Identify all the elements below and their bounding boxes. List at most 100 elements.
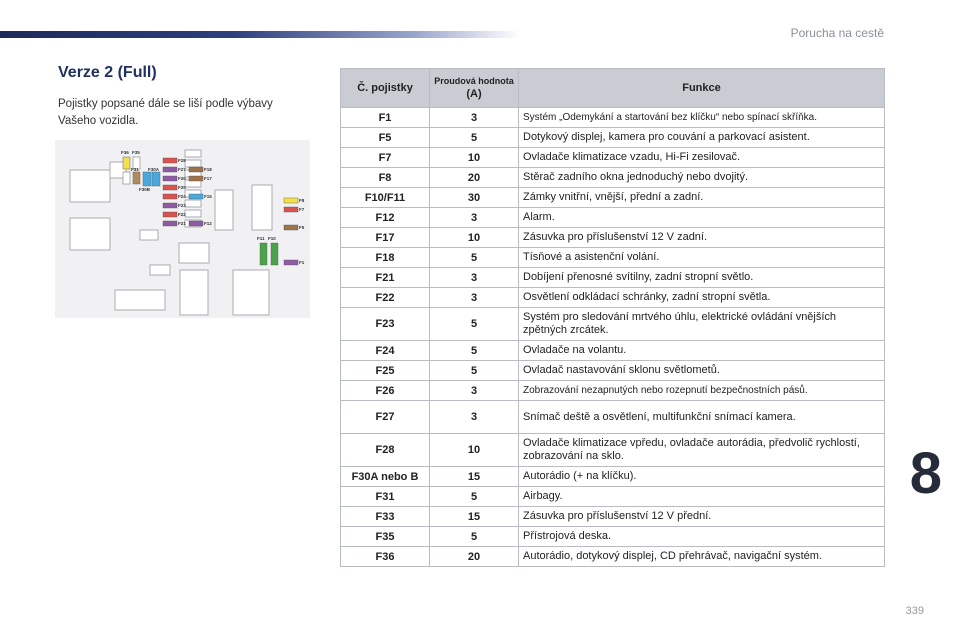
fuse-function: Zámky vnitřní, vnější, přední a zadní. bbox=[518, 187, 885, 208]
header-current-value-unit: (A) bbox=[466, 88, 482, 100]
fuse-number: F5 bbox=[340, 127, 430, 148]
fuse-amperage: 3 bbox=[429, 267, 519, 288]
fuse-number: F21 bbox=[340, 267, 430, 288]
fuse-number: F26 bbox=[340, 380, 430, 401]
fuse-amperage: 5 bbox=[429, 360, 519, 381]
chapter-number: 8 bbox=[909, 441, 942, 506]
fuse-function: Dobíjení přenosné svítilny, zadní stropn… bbox=[518, 267, 885, 288]
chapter-title: Porucha na cestě bbox=[790, 26, 884, 40]
fuse-number: F28 bbox=[340, 433, 430, 467]
fuse-function: Zásuvka pro příslušenství 12 V zadní. bbox=[518, 227, 885, 248]
fuse-amperage: 20 bbox=[429, 546, 519, 567]
fuse-number: F27 bbox=[340, 400, 430, 434]
table-row: F36 20 Autorádio, dotykový displej, CD pře… bbox=[340, 546, 885, 567]
intro-text: Pojistky popsané dále se liší podle výba… bbox=[58, 98, 273, 127]
header-accent-bar bbox=[0, 31, 520, 38]
fuse-function: Autorádio (+ na klíčku). bbox=[518, 466, 885, 487]
table-row: F1 3 Systém „Odemykání a startování bez kl… bbox=[340, 107, 885, 128]
table-row: F35 5 Přístrojová deska. bbox=[340, 526, 885, 547]
diagram-label: F8 bbox=[299, 198, 305, 203]
header-current-value: Proudová hodnota (A) bbox=[429, 68, 519, 108]
diagram-label: F26 bbox=[178, 176, 186, 181]
diagram-label: F7 bbox=[299, 207, 305, 212]
diagram-label: F11 bbox=[257, 236, 265, 241]
diagram-label: F35 bbox=[132, 150, 140, 155]
table-row: F28 10 Ovladače klimatizace vpředu, ovlada… bbox=[340, 433, 885, 467]
fuse-amperage: 5 bbox=[429, 127, 519, 148]
fuse-function: Ovladač nastavování sklonu světlometů. bbox=[518, 360, 885, 381]
fuse-amperage: 5 bbox=[429, 307, 519, 341]
diagram-label: F22 bbox=[178, 212, 186, 217]
fuse-amperage: 30 bbox=[429, 187, 519, 208]
fuse-number: F1 bbox=[340, 107, 430, 128]
table-row: F17 10 Zásuvka pro příslušenství 12 V zadn… bbox=[340, 227, 885, 248]
table-row: F30A nebo B 15 Autorádio (+ na klíčku). bbox=[340, 466, 885, 487]
header-fuse-number: Č. pojistky bbox=[340, 68, 430, 108]
fuse-amperage: 20 bbox=[429, 167, 519, 188]
fuse-box-diagram: F36 F35 F31 F30A F30B F28 F27 F26 F25 F2… bbox=[55, 140, 310, 318]
fuse-number: F7 bbox=[340, 147, 430, 168]
diagram-label: F23 bbox=[178, 203, 186, 208]
fuse-number: F23 bbox=[340, 307, 430, 341]
fuse-amperage: 10 bbox=[429, 227, 519, 248]
fuse-function: Zobrazování nezapnutých nebo rozepnutí b… bbox=[518, 380, 885, 401]
table-header-row: Č. pojistky Proudová hodnota (A) Funkce bbox=[340, 68, 885, 108]
fuse-amperage: 3 bbox=[429, 287, 519, 308]
table-row: F27 3 Snímač deště a osvětlení, multifunkč… bbox=[340, 400, 885, 434]
fuse-function: Zásuvka pro příslušenství 12 V přední. bbox=[518, 506, 885, 527]
fuse-function: Dotykový displej, kamera pro couvání a p… bbox=[518, 127, 885, 148]
table-row: F23 5 Systém pro sledování mrtvého úhlu, e… bbox=[340, 307, 885, 341]
fuse-amperage: 3 bbox=[429, 207, 519, 228]
table-row: F25 5 Ovladač nastavování sklonu světlomet… bbox=[340, 360, 885, 381]
fuse-amperage: 3 bbox=[429, 380, 519, 401]
fuse-amperage: 15 bbox=[429, 506, 519, 527]
fuse-number: F30A nebo B bbox=[340, 466, 430, 487]
table-row: F7 10 Ovladače klimatizace vzadu, Hi-Fi ze… bbox=[340, 147, 885, 168]
fuse-function: Přístrojová deska. bbox=[518, 526, 885, 547]
fuse-number: F10/F11 bbox=[340, 187, 430, 208]
fuse-function: Ovladače klimatizace vzadu, Hi-Fi zesilo… bbox=[518, 147, 885, 168]
fuse-number: F12 bbox=[340, 207, 430, 228]
table-row: F5 5 Dotykový displej, kamera pro couvání … bbox=[340, 127, 885, 148]
table-row: F33 15 Zásuvka pro příslušenství 12 V před… bbox=[340, 506, 885, 527]
fuse-function: Airbagy. bbox=[518, 486, 885, 507]
fuse-function: Snímač deště a osvětlení, multifunkční s… bbox=[518, 400, 885, 434]
diagram-label: F24 bbox=[178, 194, 186, 199]
diagram-label: F5 bbox=[299, 225, 305, 230]
fuse-amperage: 10 bbox=[429, 147, 519, 168]
table-row: F10/F11 30 Zámky vnitřní, vnější, přední a… bbox=[340, 187, 885, 208]
fuse-number: F18 bbox=[340, 247, 430, 268]
table-row: F12 3 Alarm. bbox=[340, 207, 885, 228]
fuse-amperage: 3 bbox=[429, 400, 519, 434]
diagram-label: F27 bbox=[178, 167, 186, 172]
fuse-amperage: 3 bbox=[429, 107, 519, 128]
fuse-function: Systém pro sledování mrtvého úhlu, elekt… bbox=[518, 307, 885, 341]
fuse-number: F25 bbox=[340, 360, 430, 381]
diagram-label: F15 bbox=[204, 194, 212, 199]
fuse-function: Ovladače klimatizace vpředu, ovladače au… bbox=[518, 433, 885, 467]
header-function: Funkce bbox=[518, 68, 885, 108]
table-row: F21 3 Dobíjení přenosné svítilny, zadní st… bbox=[340, 267, 885, 288]
fuse-amperage: 5 bbox=[429, 486, 519, 507]
fuse-number: F17 bbox=[340, 227, 430, 248]
fuse-function: Autorádio, dotykový displej, CD přehráva… bbox=[518, 546, 885, 567]
fuse-amperage: 10 bbox=[429, 433, 519, 467]
table-row: F18 5 Tísňové a asistenční volání. bbox=[340, 247, 885, 268]
table-row: F22 3 Osvětlení odkládací schránky, zadní … bbox=[340, 287, 885, 308]
fuse-number: F35 bbox=[340, 526, 430, 547]
fuse-number: F8 bbox=[340, 167, 430, 188]
section-title: Verze 2 (Full) bbox=[58, 64, 157, 81]
fuse-function: Alarm. bbox=[518, 207, 885, 228]
diagram-label: F10 bbox=[268, 236, 276, 241]
fuse-number: F36 bbox=[340, 546, 430, 567]
diagram-label: F30B bbox=[139, 187, 151, 192]
fuse-amperage: 5 bbox=[429, 340, 519, 361]
diagram-label: F31 bbox=[131, 167, 139, 172]
fuse-number: F24 bbox=[340, 340, 430, 361]
diagram-label: F21 bbox=[178, 221, 186, 226]
diagram-label: F18 bbox=[204, 167, 212, 172]
diagram-label: F17 bbox=[204, 176, 212, 181]
diagram-label: F28 bbox=[178, 158, 186, 163]
diagram-label: F12 bbox=[204, 221, 212, 226]
fuse-function: Systém „Odemykání a startování bez klíčk… bbox=[518, 107, 885, 128]
